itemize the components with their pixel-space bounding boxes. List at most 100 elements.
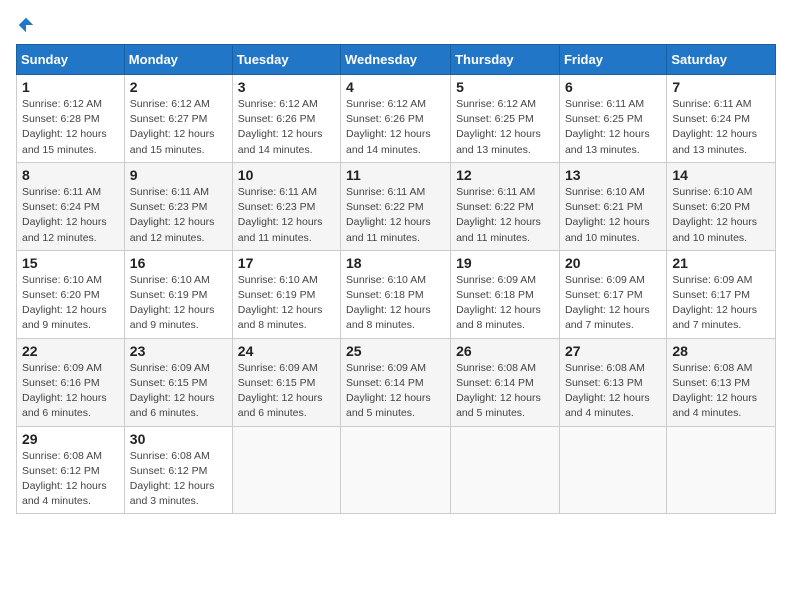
day-detail: Sunrise: 6:11 AMSunset: 6:22 PMDaylight:… <box>456 185 554 246</box>
calendar-cell <box>232 426 340 514</box>
day-detail: Sunrise: 6:09 AMSunset: 6:17 PMDaylight:… <box>565 273 661 334</box>
calendar-table: SundayMondayTuesdayWednesdayThursdayFrid… <box>16 44 776 514</box>
day-number: 11 <box>346 167 445 183</box>
calendar-cell: 9 Sunrise: 6:11 AMSunset: 6:23 PMDaylight… <box>124 162 232 250</box>
calendar-cell: 4Sunrise: 6:12 AMSunset: 6:26 PMDaylight… <box>341 75 451 163</box>
calendar-cell: 12 Sunrise: 6:11 AMSunset: 6:22 PMDayligh… <box>451 162 560 250</box>
day-detail: Sunrise: 6:12 AMSunset: 6:27 PMDaylight:… <box>130 97 227 158</box>
day-detail: Sunrise: 6:08 AMSunset: 6:13 PMDaylight:… <box>565 361 661 422</box>
calendar-week-row: 8 Sunrise: 6:11 AMSunset: 6:24 PMDaylight… <box>17 162 776 250</box>
calendar-cell <box>667 426 776 514</box>
calendar-cell: 20 Sunrise: 6:09 AMSunset: 6:17 PMDayligh… <box>559 250 666 338</box>
day-detail: Sunrise: 6:10 AMSunset: 6:20 PMDaylight:… <box>672 185 770 246</box>
page-header <box>16 16 776 34</box>
day-detail: Sunrise: 6:10 AMSunset: 6:20 PMDaylight:… <box>22 273 119 334</box>
day-detail: Sunrise: 6:08 AMSunset: 6:12 PMDaylight:… <box>22 449 119 510</box>
calendar-cell: 22 Sunrise: 6:09 AMSunset: 6:16 PMDayligh… <box>17 338 125 426</box>
calendar-cell: 7Sunrise: 6:11 AMSunset: 6:24 PMDaylight… <box>667 75 776 163</box>
calendar-cell: 30 Sunrise: 6:08 AMSunset: 6:12 PMDayligh… <box>124 426 232 514</box>
day-number: 26 <box>456 343 554 359</box>
day-number: 13 <box>565 167 661 183</box>
day-detail: Sunrise: 6:11 AMSunset: 6:22 PMDaylight:… <box>346 185 445 246</box>
day-number: 19 <box>456 255 554 271</box>
calendar-day-header: Wednesday <box>341 45 451 75</box>
day-number: 16 <box>130 255 227 271</box>
calendar-cell: 3 Sunrise: 6:12 AMSunset: 6:26 PMDaylight… <box>232 75 340 163</box>
day-number: 12 <box>456 167 554 183</box>
day-detail: Sunrise: 6:10 AMSunset: 6:18 PMDaylight:… <box>346 273 445 334</box>
calendar-cell <box>341 426 451 514</box>
day-detail: Sunrise: 6:11 AMSunset: 6:24 PMDaylight:… <box>22 185 119 246</box>
day-detail: Sunrise: 6:11 AMSunset: 6:23 PMDaylight:… <box>238 185 335 246</box>
calendar-cell: 15Sunrise: 6:10 AMSunset: 6:20 PMDayligh… <box>17 250 125 338</box>
calendar-cell: 29 Sunrise: 6:08 AMSunset: 6:12 PMDayligh… <box>17 426 125 514</box>
day-number: 30 <box>130 431 227 447</box>
calendar-cell: 21 Sunrise: 6:09 AMSunset: 6:17 PMDayligh… <box>667 250 776 338</box>
day-detail: Sunrise: 6:09 AMSunset: 6:14 PMDaylight:… <box>346 361 445 422</box>
calendar-day-header: Sunday <box>17 45 125 75</box>
calendar-cell: 23 Sunrise: 6:09 AMSunset: 6:15 PMDayligh… <box>124 338 232 426</box>
calendar-cell <box>451 426 560 514</box>
day-detail: Sunrise: 6:09 AMSunset: 6:15 PMDaylight:… <box>238 361 335 422</box>
day-detail: Sunrise: 6:10 AMSunset: 6:19 PMDaylight:… <box>130 273 227 334</box>
day-detail: Sunrise: 6:12 AMSunset: 6:25 PMDaylight:… <box>456 97 554 158</box>
calendar-cell: 11 Sunrise: 6:11 AMSunset: 6:22 PMDayligh… <box>341 162 451 250</box>
logo-icon <box>17 16 35 34</box>
day-detail: Sunrise: 6:11 AMSunset: 6:25 PMDaylight:… <box>565 97 661 158</box>
day-detail: Sunrise: 6:09 AMSunset: 6:15 PMDaylight:… <box>130 361 227 422</box>
day-number: 10 <box>238 167 335 183</box>
calendar-day-header: Monday <box>124 45 232 75</box>
calendar-cell: 2 Sunrise: 6:12 AMSunset: 6:27 PMDaylight… <box>124 75 232 163</box>
calendar-day-header: Tuesday <box>232 45 340 75</box>
day-detail: Sunrise: 6:09 AMSunset: 6:18 PMDaylight:… <box>456 273 554 334</box>
logo <box>16 16 36 34</box>
day-number: 5 <box>456 79 554 95</box>
day-detail: Sunrise: 6:12 AMSunset: 6:28 PMDaylight:… <box>22 97 119 158</box>
day-detail: Sunrise: 6:09 AMSunset: 6:16 PMDaylight:… <box>22 361 119 422</box>
calendar-week-row: 15Sunrise: 6:10 AMSunset: 6:20 PMDayligh… <box>17 250 776 338</box>
calendar-cell: 19 Sunrise: 6:09 AMSunset: 6:18 PMDayligh… <box>451 250 560 338</box>
day-number: 28 <box>672 343 770 359</box>
calendar-cell: 17Sunrise: 6:10 AMSunset: 6:19 PMDayligh… <box>232 250 340 338</box>
calendar-cell: 28 Sunrise: 6:08 AMSunset: 6:13 PMDayligh… <box>667 338 776 426</box>
day-number: 22 <box>22 343 119 359</box>
calendar-cell: 25 Sunrise: 6:09 AMSunset: 6:14 PMDayligh… <box>341 338 451 426</box>
calendar-day-header: Thursday <box>451 45 560 75</box>
calendar-day-header: Friday <box>559 45 666 75</box>
day-detail: Sunrise: 6:08 AMSunset: 6:14 PMDaylight:… <box>456 361 554 422</box>
calendar-cell: 16 Sunrise: 6:10 AMSunset: 6:19 PMDayligh… <box>124 250 232 338</box>
calendar-week-row: 29 Sunrise: 6:08 AMSunset: 6:12 PMDayligh… <box>17 426 776 514</box>
day-detail: Sunrise: 6:10 AMSunset: 6:19 PMDaylight:… <box>238 273 335 334</box>
calendar-cell: 13Sunrise: 6:10 AMSunset: 6:21 PMDayligh… <box>559 162 666 250</box>
calendar-cell: 27 Sunrise: 6:08 AMSunset: 6:13 PMDayligh… <box>559 338 666 426</box>
day-number: 20 <box>565 255 661 271</box>
day-number: 4 <box>346 79 445 95</box>
day-detail: Sunrise: 6:08 AMSunset: 6:12 PMDaylight:… <box>130 449 227 510</box>
calendar-week-row: 22 Sunrise: 6:09 AMSunset: 6:16 PMDayligh… <box>17 338 776 426</box>
calendar-day-header: Saturday <box>667 45 776 75</box>
calendar-cell: 5 Sunrise: 6:12 AMSunset: 6:25 PMDaylight… <box>451 75 560 163</box>
day-number: 23 <box>130 343 227 359</box>
day-number: 3 <box>238 79 335 95</box>
calendar-cell: 10 Sunrise: 6:11 AMSunset: 6:23 PMDayligh… <box>232 162 340 250</box>
day-number: 2 <box>130 79 227 95</box>
day-number: 27 <box>565 343 661 359</box>
day-number: 9 <box>130 167 227 183</box>
day-number: 6 <box>565 79 661 95</box>
calendar-cell: 18 Sunrise: 6:10 AMSunset: 6:18 PMDayligh… <box>341 250 451 338</box>
day-number: 29 <box>22 431 119 447</box>
calendar-cell: 14Sunrise: 6:10 AMSunset: 6:20 PMDayligh… <box>667 162 776 250</box>
calendar-cell: 24Sunrise: 6:09 AMSunset: 6:15 PMDayligh… <box>232 338 340 426</box>
day-detail: Sunrise: 6:12 AMSunset: 6:26 PMDaylight:… <box>238 97 335 158</box>
day-number: 18 <box>346 255 445 271</box>
calendar-week-row: 1 Sunrise: 6:12 AMSunset: 6:28 PMDaylight… <box>17 75 776 163</box>
day-detail: Sunrise: 6:08 AMSunset: 6:13 PMDaylight:… <box>672 361 770 422</box>
calendar-cell: 6 Sunrise: 6:11 AMSunset: 6:25 PMDaylight… <box>559 75 666 163</box>
day-detail: Sunrise: 6:09 AMSunset: 6:17 PMDaylight:… <box>672 273 770 334</box>
day-number: 1 <box>22 79 119 95</box>
day-number: 21 <box>672 255 770 271</box>
day-detail: Sunrise: 6:11 AMSunset: 6:23 PMDaylight:… <box>130 185 227 246</box>
day-number: 8 <box>22 167 119 183</box>
day-detail: Sunrise: 6:11 AMSunset: 6:24 PMDaylight:… <box>672 97 770 158</box>
day-number: 25 <box>346 343 445 359</box>
